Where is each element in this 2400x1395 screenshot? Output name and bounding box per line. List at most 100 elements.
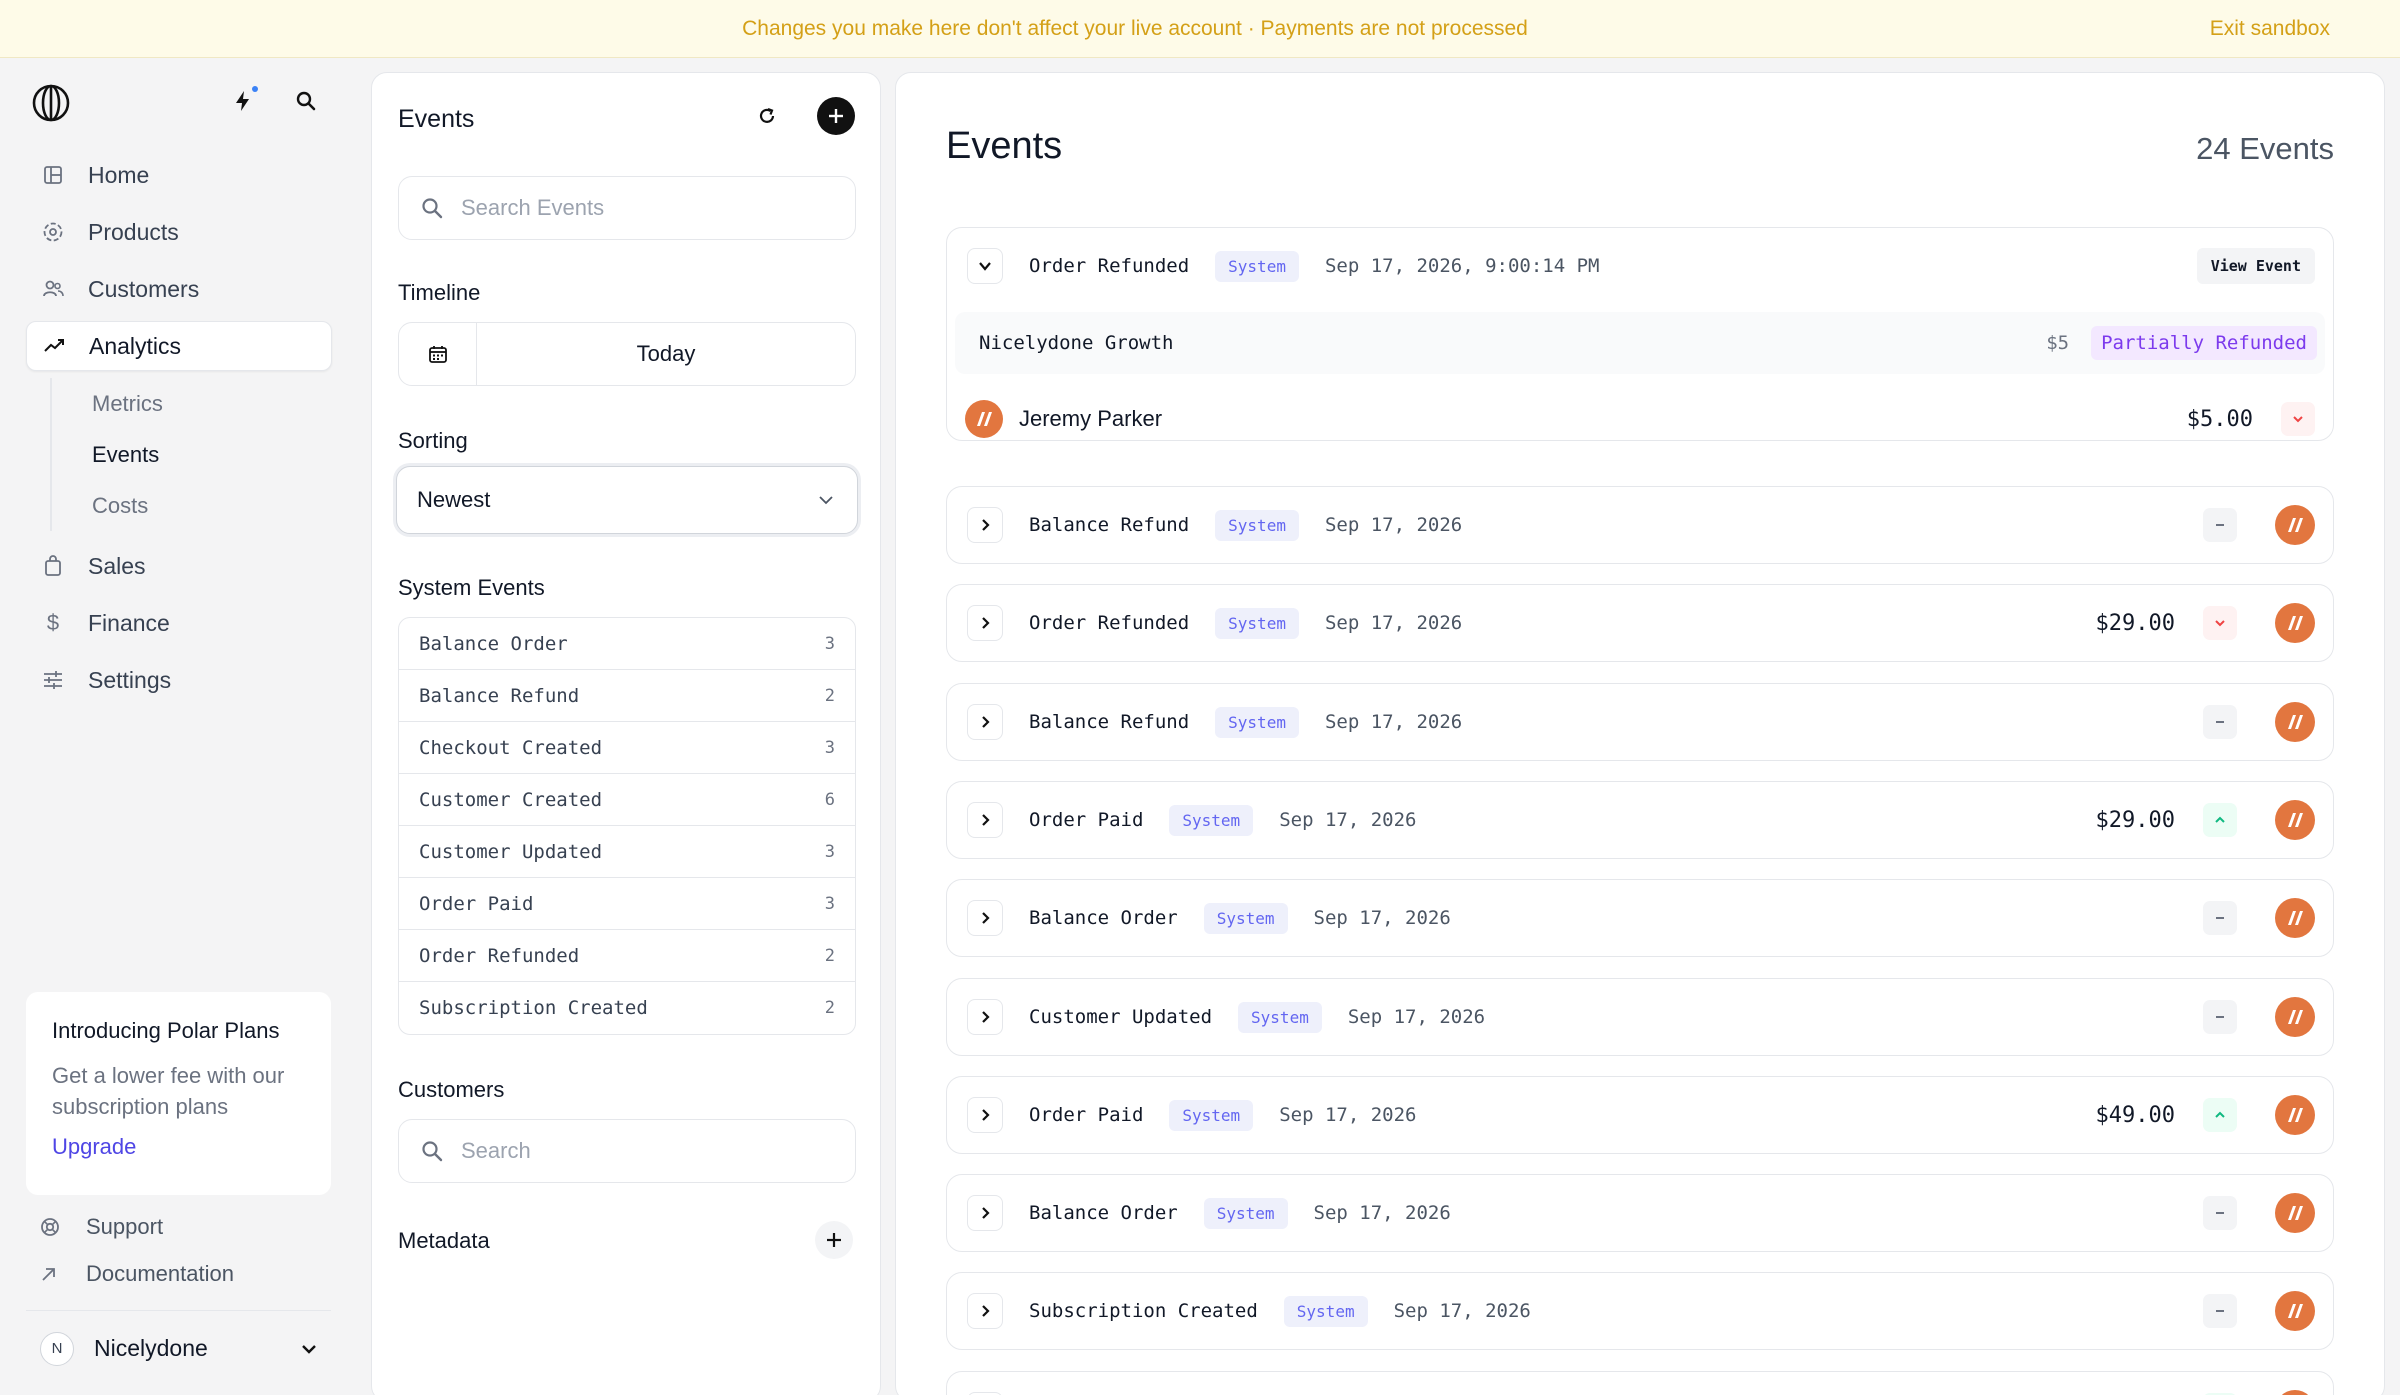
subnav-item-costs[interactable]: Costs bbox=[92, 480, 332, 531]
search-events-field[interactable] bbox=[398, 176, 856, 240]
nav-item-products[interactable]: Products bbox=[26, 207, 332, 257]
notification-dot bbox=[252, 86, 258, 92]
nav-label: Customers bbox=[88, 275, 200, 302]
sorting-value: Newest bbox=[417, 487, 491, 512]
system-event-item[interactable]: Checkout Created 3 bbox=[399, 722, 855, 774]
customers-icon bbox=[40, 276, 66, 302]
chevron-right-icon bbox=[982, 814, 990, 826]
event-name: Order Paid bbox=[1029, 809, 1144, 831]
home-icon bbox=[40, 162, 66, 188]
customers-search-field[interactable] bbox=[398, 1119, 856, 1183]
expand-button[interactable] bbox=[967, 704, 1003, 740]
customer-avatar bbox=[2275, 800, 2315, 840]
analytics-subnav: Metrics Events Costs bbox=[50, 378, 332, 531]
add-event-button[interactable] bbox=[817, 97, 855, 135]
system-event-item[interactable]: Customer Created 6 bbox=[399, 774, 855, 826]
event-row[interactable]: Order Paid System Sep 17, 2026 $49.00 bbox=[946, 1076, 2334, 1154]
collapse-button[interactable] bbox=[967, 248, 1003, 284]
customer-avatar bbox=[2275, 1095, 2315, 1135]
product-price: $5 bbox=[2046, 332, 2070, 354]
system-event-item[interactable]: Order Paid 3 bbox=[399, 878, 855, 930]
customer-avatar bbox=[965, 400, 1003, 438]
exit-sandbox-link[interactable]: Exit sandbox bbox=[2210, 17, 2330, 41]
system-event-name: Balance Refund bbox=[419, 684, 580, 707]
subnav-item-metrics[interactable]: Metrics bbox=[92, 378, 332, 429]
expand-button[interactable] bbox=[967, 1293, 1003, 1329]
search-events-input[interactable] bbox=[461, 195, 821, 221]
trend-badge bbox=[2203, 1294, 2237, 1328]
expand-button[interactable] bbox=[967, 900, 1003, 936]
account-switcher[interactable]: N Nicelydone bbox=[26, 1310, 331, 1376]
timeline-value[interactable]: Today bbox=[477, 323, 855, 385]
nav-item-analytics[interactable]: Analytics bbox=[26, 321, 332, 371]
refresh-button[interactable] bbox=[748, 97, 786, 135]
event-row[interactable]: Order PaidSystemSep 17, 2026$29.00 bbox=[946, 1371, 2334, 1395]
nav-item-customers[interactable]: Customers bbox=[26, 264, 332, 314]
search-button[interactable] bbox=[291, 86, 321, 116]
event-row[interactable]: Balance Order System Sep 17, 2026 bbox=[946, 879, 2334, 957]
upgrade-link[interactable]: Upgrade bbox=[52, 1134, 305, 1160]
support-label: Support bbox=[86, 1214, 164, 1239]
filters-title: Events bbox=[398, 105, 475, 133]
sandbox-banner: Changes you make here don't affect your … bbox=[0, 0, 2400, 58]
nav-item-home[interactable]: Home bbox=[26, 150, 332, 200]
dollar-icon: $ bbox=[46, 610, 60, 635]
event-amount: $29.00 bbox=[2095, 610, 2175, 636]
nav-item-settings[interactable]: Settings bbox=[26, 655, 332, 705]
expand-button[interactable] bbox=[967, 802, 1003, 838]
event-row[interactable]: Balance Refund System Sep 17, 2026 bbox=[946, 486, 2334, 564]
system-badge: System bbox=[1215, 706, 1299, 738]
event-name: Order Paid bbox=[1029, 1104, 1144, 1126]
system-event-item[interactable]: Subscription Created 2 bbox=[399, 982, 855, 1034]
nav-item-finance[interactable]: $ Finance bbox=[26, 598, 332, 648]
timeline-label: Timeline bbox=[398, 280, 481, 305]
calendar-button[interactable] bbox=[399, 323, 477, 385]
event-row[interactable]: Subscription Created System Sep 17, 2026 bbox=[946, 1272, 2334, 1350]
chevron-right-icon bbox=[982, 1207, 990, 1219]
customer-name: Jeremy Parker bbox=[1019, 406, 1163, 431]
polar-avatar-icon bbox=[977, 412, 992, 426]
polar-avatar-icon bbox=[2288, 1010, 2303, 1024]
plus-icon bbox=[829, 109, 843, 123]
view-event-button[interactable]: View Event bbox=[2196, 248, 2315, 284]
event-customer-row[interactable]: Jeremy Parker $5.00 bbox=[965, 388, 2315, 450]
polar-avatar-icon bbox=[2288, 518, 2303, 532]
sales-icon bbox=[40, 553, 66, 579]
system-event-item[interactable]: Balance Order 3 bbox=[399, 618, 855, 670]
system-event-item[interactable]: Order Refunded 2 bbox=[399, 930, 855, 982]
customer-avatar bbox=[2275, 898, 2315, 938]
event-date: Sep 17, 2026 bbox=[1313, 907, 1451, 929]
system-event-name: Order Refunded bbox=[419, 944, 580, 967]
expand-button[interactable] bbox=[967, 605, 1003, 641]
system-event-item[interactable]: Balance Refund 2 bbox=[399, 670, 855, 722]
nav-label: Sales bbox=[88, 552, 146, 579]
polar-avatar-icon bbox=[2288, 1304, 2303, 1318]
event-row[interactable]: Order Refunded System Sep 17, 2026 $29.00 bbox=[946, 584, 2334, 662]
expand-button[interactable] bbox=[967, 999, 1003, 1035]
nav-item-sales[interactable]: Sales bbox=[26, 541, 332, 591]
subnav-item-events[interactable]: Events bbox=[92, 429, 332, 480]
polar-logo-icon[interactable] bbox=[32, 84, 70, 122]
support-link[interactable]: Support bbox=[40, 1214, 163, 1240]
event-row[interactable]: Customer Updated System Sep 17, 2026 bbox=[946, 978, 2334, 1056]
products-icon bbox=[40, 219, 66, 245]
documentation-link[interactable]: Documentation bbox=[40, 1261, 234, 1287]
customer-avatar bbox=[2275, 702, 2315, 742]
expand-button[interactable] bbox=[967, 507, 1003, 543]
support-icon bbox=[40, 1217, 62, 1237]
event-name: Customer Updated bbox=[1029, 1006, 1213, 1028]
nav-label: Settings bbox=[88, 666, 172, 693]
calendar-icon bbox=[428, 346, 447, 363]
event-row[interactable]: Order PaidSystemSep 17, 2026$29.00 bbox=[946, 781, 2334, 859]
system-event-item[interactable]: Customer Updated 3 bbox=[399, 826, 855, 878]
event-name: Order Refunded bbox=[1029, 612, 1190, 634]
event-amount: $49.00 bbox=[2095, 1102, 2175, 1128]
event-row[interactable]: Balance Order System Sep 17, 2026 bbox=[946, 1174, 2334, 1252]
event-row[interactable]: Balance Refund System Sep 17, 2026 bbox=[946, 683, 2334, 761]
expand-button[interactable] bbox=[967, 1195, 1003, 1231]
trend-badge bbox=[2203, 1196, 2237, 1230]
customers-search-input[interactable] bbox=[461, 1138, 821, 1164]
sorting-select[interactable]: Newest bbox=[396, 466, 858, 534]
expand-button[interactable] bbox=[967, 1097, 1003, 1133]
add-metadata-button[interactable] bbox=[815, 1221, 853, 1259]
